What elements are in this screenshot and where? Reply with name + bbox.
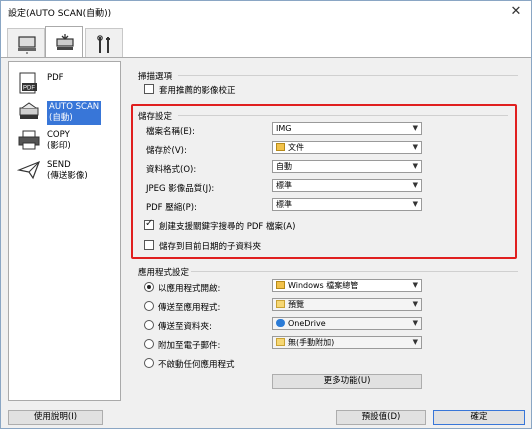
app-settings-title: 應用程式設定 — [138, 268, 190, 278]
app-settings-divider — [191, 271, 518, 272]
email-icon — [276, 338, 285, 346]
chevron-down-icon: ▼ — [412, 143, 418, 151]
sidebar: PDF PDF AUTO SCAN (自動) COPY (影印) SEND (傳… — [8, 61, 121, 401]
ok-button[interactable]: 確定 — [433, 410, 525, 425]
file-name-label: 檔案名稱(E): — [146, 127, 195, 137]
tools-icon — [97, 35, 110, 53]
tab-scan-from-computer[interactable] — [7, 28, 45, 57]
tab-bar — [1, 23, 531, 57]
no-app-label: 不啟動任何應用程式 — [158, 360, 235, 370]
settings-window: 設定(AUTO SCAN(自動)) ✕ PDF PDF AUTO SCAN (自… — [0, 0, 532, 429]
onedrive-icon — [276, 319, 285, 327]
sidebar-label-copy: COPY (影印) — [47, 130, 71, 151]
sidebar-label-send: SEND (傳送影像) — [47, 160, 88, 181]
searchable-pdf-label: 創建支援關鍵字搜尋的 PDF 檔案(A) — [159, 222, 296, 232]
tab-scan-from-operation-panel[interactable] — [45, 26, 83, 57]
sidebar-item-send[interactable]: SEND (傳送影像) — [12, 154, 118, 188]
jpeg-quality-label: JPEG 影像品質(J): — [146, 184, 215, 194]
recommended-correction-checkbox[interactable] — [144, 84, 154, 94]
sidebar-label-pdf: PDF — [47, 73, 64, 83]
save-in-label: 儲存於(V): — [146, 146, 187, 156]
preview-icon — [276, 300, 285, 308]
title-bar: 設定(AUTO SCAN(自動)) ✕ — [1, 1, 531, 23]
folder-icon — [276, 143, 285, 151]
file-name-field[interactable]: IMG ▼ — [272, 122, 422, 135]
send-to-app-label: 傳送至應用程式: — [158, 303, 221, 313]
pdf-compression-select[interactable]: 標準 ▼ — [272, 198, 422, 211]
pdf-compression-value: 標準 — [276, 200, 292, 209]
printer-icon — [18, 130, 40, 150]
pdf-icon: PDF — [19, 72, 37, 94]
scanner-icon — [56, 34, 74, 50]
chevron-down-icon: ▼ — [412, 162, 418, 170]
send-to-app-value: 預覽 — [288, 300, 304, 309]
data-format-value: 自動 — [276, 162, 292, 171]
tab-divider — [1, 57, 531, 58]
searchable-pdf-checkbox[interactable] — [144, 218, 154, 230]
close-button[interactable]: ✕ — [507, 3, 525, 21]
window-title: 設定(AUTO SCAN(自動)) — [8, 9, 112, 19]
svg-text:PDF: PDF — [23, 86, 35, 92]
send-to-folder-select[interactable]: OneDrive ▼ — [272, 317, 422, 330]
send-icon — [17, 160, 41, 180]
open-with-app-select[interactable]: Windows 檔案總管 ▼ — [272, 279, 422, 292]
file-name-value: IMG — [276, 124, 292, 133]
send-to-folder-value: OneDrive — [288, 319, 326, 328]
sidebar-item-copy[interactable]: COPY (影印) — [12, 124, 118, 158]
chevron-down-icon: ▼ — [412, 319, 418, 327]
chevron-down-icon: ▼ — [412, 124, 418, 132]
scan-options-divider — [178, 75, 518, 76]
chevron-down-icon: ▼ — [412, 200, 418, 208]
file-explorer-icon — [276, 281, 285, 289]
scan-options-title: 掃描選項 — [138, 72, 173, 82]
send-to-folder-radio[interactable] — [144, 320, 154, 330]
more-functions-button[interactable]: 更多功能(U) — [272, 374, 422, 389]
jpeg-quality-value: 標準 — [276, 181, 292, 190]
sidebar-label-auto-scan: AUTO SCAN (自動) — [47, 101, 102, 125]
no-app-radio[interactable] — [144, 358, 154, 368]
open-with-app-value: Windows 檔案總管 — [288, 281, 359, 290]
chevron-down-icon: ▼ — [412, 181, 418, 189]
subfolder-checkbox[interactable] — [144, 240, 154, 250]
subfolder-label: 儲存到目前日期的子資料夾 — [159, 242, 262, 252]
open-with-app-radio[interactable] — [144, 282, 154, 292]
open-with-app-label: 以應用程式開啟: — [158, 284, 221, 294]
send-to-app-select[interactable]: 預覽 ▼ — [272, 298, 422, 311]
computer-scan-icon — [18, 36, 36, 54]
chevron-down-icon: ▼ — [412, 338, 418, 346]
save-in-value: 文件 — [288, 143, 304, 152]
save-settings-divider — [178, 115, 508, 116]
attach-email-label: 附加至電子郵件: — [158, 341, 221, 351]
chevron-down-icon: ▼ — [412, 300, 418, 308]
attach-email-select[interactable]: 無(手動附加) ▼ — [272, 336, 422, 349]
recommended-correction-label: 套用推薦的影像校正 — [159, 86, 236, 96]
data-format-select[interactable]: 自動 ▼ — [272, 160, 422, 173]
save-in-select[interactable]: 文件 ▼ — [272, 141, 422, 154]
defaults-button[interactable]: 預設值(D) — [336, 410, 426, 425]
data-format-label: 資料格式(O): — [146, 165, 197, 175]
scanner-icon — [19, 102, 39, 119]
help-button[interactable]: 使用說明(I) — [8, 410, 103, 425]
save-settings-title: 儲存設定 — [138, 112, 173, 122]
attach-email-radio[interactable] — [144, 339, 154, 349]
send-to-app-radio[interactable] — [144, 301, 154, 311]
chevron-down-icon: ▼ — [412, 281, 418, 289]
tab-general-settings[interactable] — [85, 28, 123, 57]
jpeg-quality-select[interactable]: 標準 ▼ — [272, 179, 422, 192]
pdf-compression-label: PDF 壓縮(P): — [146, 203, 197, 213]
send-to-folder-label: 傳送至資料夾: — [158, 322, 212, 332]
attach-email-value: 無(手動附加) — [288, 338, 335, 347]
